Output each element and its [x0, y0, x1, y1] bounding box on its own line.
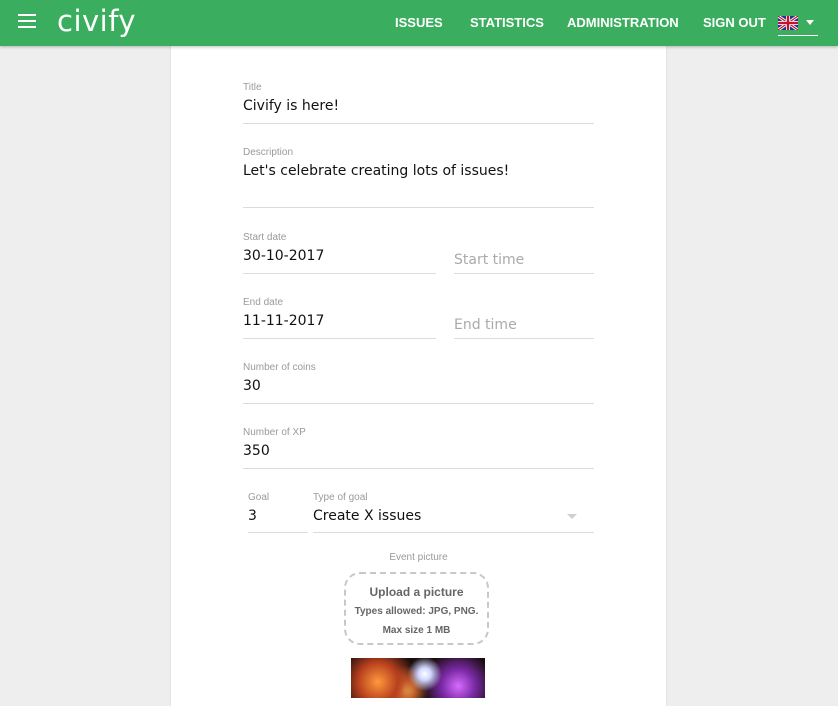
event-picture-label: Event picture [389, 552, 448, 563]
start-time-field[interactable]: Start time [454, 252, 594, 274]
start-time-placeholder: Start time [454, 252, 525, 268]
description-value[interactable]: Let's celebrate creating lots of issues! [243, 163, 509, 179]
xp-value[interactable]: 350 [243, 443, 270, 459]
end-date-field[interactable]: End date 11-11-2017 [243, 297, 436, 339]
dropdown-arrow-icon [567, 514, 577, 519]
end-date-label: End date [243, 297, 284, 308]
nav-issues[interactable]: ISSUES [395, 15, 443, 30]
nav-administration[interactable]: ADMINISTRATION [567, 15, 679, 30]
upload-picture-dropzone[interactable]: Upload a picture Types allowed: JPG, PNG… [344, 572, 489, 645]
coins-label: Number of coins [243, 362, 316, 373]
nav-statistics[interactable]: STATISTICS [470, 15, 544, 30]
title-field[interactable]: Title Civify is here! [243, 82, 594, 124]
upload-max-size: Max size 1 MB [382, 625, 451, 636]
end-time-placeholder: End time [454, 317, 517, 333]
coins-value[interactable]: 30 [243, 378, 261, 394]
goal-type-select[interactable]: Type of goal Create X issues [313, 492, 594, 534]
upload-types: Types allowed: JPG, PNG. [354, 606, 479, 617]
description-label: Description [243, 147, 294, 158]
title-label: Title [243, 82, 262, 93]
goal-value[interactable]: 3 [248, 508, 257, 524]
start-date-label: Start date [243, 232, 287, 243]
description-field[interactable]: Description Let's celebrate creating lot… [243, 147, 594, 209]
app-bar: civify ISSUES STATISTICS ADMINISTRATION … [0, 0, 838, 46]
upload-title: Upload a picture [369, 585, 464, 599]
xp-label: Number of XP [243, 427, 306, 438]
start-date-field[interactable]: Start date 30-10-2017 [243, 232, 436, 274]
app-logo[interactable]: civify [57, 4, 136, 38]
xp-field[interactable]: Number of XP 350 [243, 427, 594, 469]
hamburger-menu-icon[interactable] [18, 14, 36, 32]
title-value[interactable]: Civify is here! [243, 98, 339, 114]
goal-type-value[interactable]: Create X issues [313, 508, 421, 524]
coins-field[interactable]: Number of coins 30 [243, 362, 594, 404]
language-selector[interactable] [778, 12, 818, 36]
end-time-field[interactable]: End time [454, 317, 594, 339]
chevron-down-icon [806, 20, 814, 25]
event-picture-preview [351, 658, 485, 698]
goal-label: Goal [248, 492, 270, 503]
nav-sign-out[interactable]: SIGN OUT [703, 15, 766, 30]
goal-field[interactable]: Goal 3 [248, 492, 308, 534]
goal-type-label: Type of goal [313, 492, 368, 503]
start-date-value[interactable]: 30-10-2017 [243, 248, 324, 264]
end-date-value[interactable]: 11-11-2017 [243, 313, 324, 329]
event-form-card: Title Civify is here! Description Let's … [171, 46, 666, 706]
uk-flag-icon [778, 16, 798, 30]
